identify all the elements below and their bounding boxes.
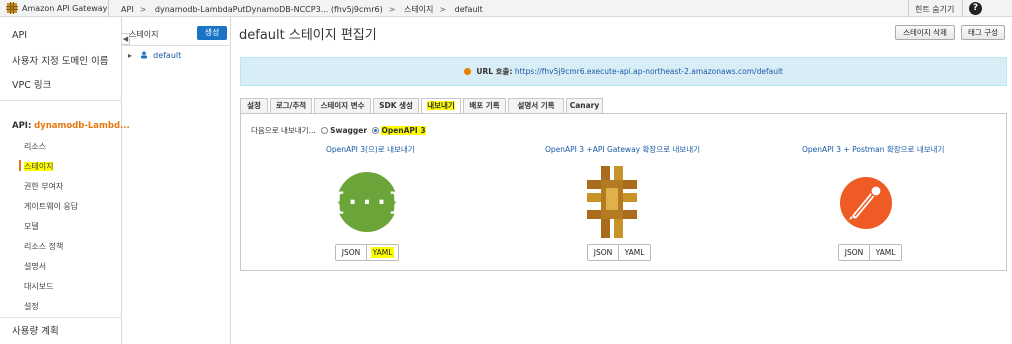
invoke-url-banner: URL 호출: https://fhv5j9cmr6.execute-api.a… <box>240 57 1007 86</box>
export-openapi3-json-button[interactable]: JSON <box>336 245 367 260</box>
stage-tree-item-default[interactable]: ▸ default <box>128 51 181 60</box>
export-postman-json-button[interactable]: JSON <box>839 245 870 260</box>
nav-item-stages-label: 스테이지 <box>24 162 54 171</box>
export-postman-yaml-button[interactable]: YAML <box>870 245 901 260</box>
tab-export[interactable]: 내보내기 <box>421 98 461 114</box>
export-postman-title: OpenAPI 3 + Postman 확장으로 내보내기 <box>802 145 945 154</box>
export-openapi3-format-buttons: JSON YAML <box>335 244 399 261</box>
divider <box>0 100 121 101</box>
help-icon[interactable]: ? <box>969 2 982 15</box>
invoke-url-label: URL 호출: <box>476 67 513 76</box>
chevron-right-icon: > <box>139 5 147 14</box>
api-label: API: <box>12 121 32 131</box>
main-content: default 스테이지 편집기 스테이지 삭제 태그 구성 URL 호출: h… <box>231 17 1012 344</box>
export-format-selector: 다음으로 내보내기... Swagger OpenAPI 3 <box>251 125 426 136</box>
nav-item-resources[interactable]: 리소스 <box>24 141 46 152</box>
breadcrumb-api-name[interactable]: dynamodb-LambdaPutDynamoDB-NCCP3... (fhv… <box>155 5 383 14</box>
tab-export-label: 내보내기 <box>427 101 455 110</box>
stages-panel: ◀ 스테이지 생성 ▸ default <box>122 17 231 344</box>
export-apigw-title: OpenAPI 3 +API Gateway 확장으로 내보내기 <box>545 145 701 154</box>
export-apigw-format-buttons: JSON YAML <box>587 244 651 261</box>
postman-logo-icon <box>840 177 892 229</box>
brand-name[interactable]: Amazon API Gateway <box>22 4 107 13</box>
tab-canary[interactable]: Canary <box>566 98 603 113</box>
api-gateway-logo-icon[interactable] <box>6 2 18 14</box>
nav-item-documentation[interactable]: 설명서 <box>24 261 46 272</box>
page-title: default 스테이지 편집기 <box>239 28 377 43</box>
caret-right-icon[interactable]: ▸ <box>128 51 132 60</box>
swagger-radio-label[interactable]: Swagger <box>330 126 367 135</box>
nav-item-models[interactable]: 모델 <box>24 221 39 232</box>
nav-item-dashboard[interactable]: 대시보드 <box>24 281 53 292</box>
create-stage-button[interactable]: 생성 <box>197 26 227 40</box>
chevron-right-icon: > <box>388 5 396 14</box>
export-as-label: 다음으로 내보내기... <box>251 126 316 135</box>
divider <box>122 45 231 46</box>
delete-stage-button[interactable]: 스테이지 삭제 <box>895 25 955 40</box>
export-apigw-json-button[interactable]: JSON <box>588 245 619 260</box>
openapi3-radio[interactable] <box>372 127 380 134</box>
left-nav: API 사용자 지정 도메인 이름 VPC 링크 API: dynamodb-L… <box>0 17 130 344</box>
divider <box>962 0 963 17</box>
invoke-url-link[interactable]: https://fhv5j9cmr6.execute-api.ap-northe… <box>515 67 783 76</box>
breadcrumb: API > dynamodb-LambdaPutDynamoDB-NCCP3...… <box>121 4 487 15</box>
nav-item-vpc-link[interactable]: VPC 링크 <box>12 77 51 91</box>
openapi-logo-icon: {···} <box>336 172 398 232</box>
breadcrumb-stage: default <box>454 5 483 14</box>
export-openapi3-yaml-button[interactable]: YAML <box>367 245 398 260</box>
nav-item-resource-policy[interactable]: 리소스 정책 <box>24 241 63 252</box>
api-name: dynamodb-Lambd... <box>34 121 130 131</box>
top-bar: Amazon API Gateway API > dynamodb-LambdaP… <box>0 0 1012 17</box>
divider <box>0 317 121 318</box>
divider <box>908 0 909 17</box>
export-panel: 다음으로 내보내기... Swagger OpenAPI 3 OpenAPI 3… <box>240 113 1007 271</box>
api-gateway-logo-icon <box>587 166 637 238</box>
nav-item-custom-domain[interactable]: 사용자 지정 도메인 이름 <box>12 53 108 67</box>
stage-icon <box>140 51 147 59</box>
export-openapi3-yaml-label: YAML <box>370 247 395 258</box>
openapi3-radio-label[interactable]: OpenAPI 3 <box>381 126 426 135</box>
tab-sdk-generation[interactable]: SDK 생성 <box>373 98 419 113</box>
tab-documentation-history[interactable]: 설명서 기록 <box>508 98 564 113</box>
export-openapi3-title: OpenAPI 3(으)로 내보내기 <box>326 145 415 154</box>
nav-item-usage-plans[interactable]: 사용량 계획 <box>12 323 59 337</box>
tab-stage-variables[interactable]: 스테이지 변수 <box>314 98 371 113</box>
hide-hints-link[interactable]: 힌트 숨기기 <box>915 4 954 15</box>
nav-current-api[interactable]: API: dynamodb-Lambd... <box>12 121 130 131</box>
breadcrumb-stages[interactable]: 스테이지 <box>404 5 433 14</box>
info-dot-icon <box>464 68 472 75</box>
swagger-radio[interactable] <box>321 127 329 134</box>
nav-item-gateway-responses[interactable]: 게이트웨이 응답 <box>24 201 78 212</box>
divider <box>108 0 109 17</box>
stages-panel-title: 스테이지 <box>129 30 159 39</box>
tab-deployment-history[interactable]: 배포 기록 <box>463 98 506 113</box>
nav-item-settings[interactable]: 설정 <box>24 301 39 312</box>
export-apigw-yaml-button[interactable]: YAML <box>619 245 650 260</box>
tag-config-button[interactable]: 태그 구성 <box>961 25 1005 40</box>
nav-item-authorizers[interactable]: 권한 부여자 <box>24 181 63 192</box>
stage-tree-label: default <box>153 51 182 60</box>
tab-settings[interactable]: 설정 <box>240 98 268 113</box>
nav-item-stages[interactable]: 스테이지 <box>24 161 54 172</box>
export-postman-format-buttons: JSON YAML <box>838 244 902 261</box>
breadcrumb-api[interactable]: API <box>121 5 134 14</box>
tab-logs-tracing[interactable]: 로그/추적 <box>270 98 312 113</box>
active-indicator <box>19 160 21 171</box>
nav-item-api[interactable]: API <box>12 30 27 41</box>
svg-text:{···}: {···} <box>336 188 398 216</box>
chevron-right-icon: > <box>439 5 447 14</box>
